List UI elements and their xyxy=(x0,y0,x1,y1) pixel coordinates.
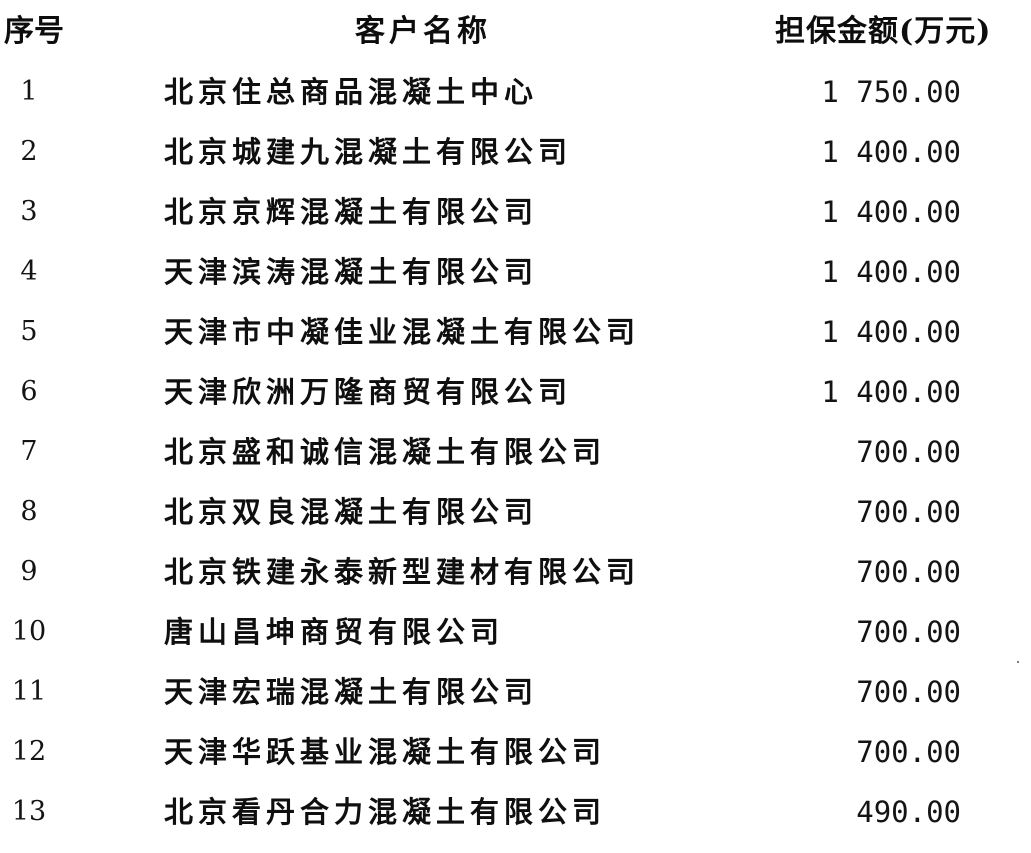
row-customer-name: 天津华跃基业混凝土有限公司 xyxy=(164,735,607,769)
table-row: 5 天津市中凝佳业混凝土有限公司 1 400.00 xyxy=(0,302,1031,362)
row-customer-name: 天津宏瑞混凝土有限公司 xyxy=(164,675,539,709)
row-serial-no: 7 xyxy=(20,436,38,467)
table-header: 序号 客户名称 担保金额(万元) xyxy=(0,2,1031,62)
guarantee-table: 序号 客户名称 担保金额(万元) 1 北京住总商品混凝土中心 1 750.00 … xyxy=(0,0,1031,853)
table-row: 12 天津华跃基业混凝土有限公司 700.00 xyxy=(0,722,1031,782)
row-serial-no: 9 xyxy=(20,556,38,587)
table-row: 7 北京盛和诚信混凝土有限公司 700.00 xyxy=(0,422,1031,482)
row-serial-no: 8 xyxy=(20,496,38,527)
table-row: 6 天津欣洲万隆商贸有限公司 1 400.00 xyxy=(0,362,1031,422)
table-row: 2 北京城建九混凝土有限公司 1 400.00 xyxy=(0,122,1031,182)
row-guarantee-amount: 700.00 xyxy=(856,495,961,529)
row-guarantee-amount: 700.00 xyxy=(856,675,961,709)
row-guarantee-amount: 700.00 xyxy=(856,615,961,649)
row-customer-name: 天津滨涛混凝土有限公司 xyxy=(164,255,539,289)
row-customer-name: 北京京辉混凝土有限公司 xyxy=(164,195,539,229)
table-row: 3 北京京辉混凝土有限公司 1 400.00 xyxy=(0,182,1031,242)
table-row: 8 北京双良混凝土有限公司 700.00 xyxy=(0,482,1031,542)
row-serial-no: 4 xyxy=(20,256,38,287)
row-guarantee-amount: 1 400.00 xyxy=(821,315,961,349)
row-guarantee-amount: 1 400.00 xyxy=(821,255,961,289)
row-customer-name: 天津欣洲万隆商贸有限公司 xyxy=(164,375,573,409)
row-customer-name: 唐山昌坤商贸有限公司 xyxy=(164,615,505,649)
row-serial-no: 1 xyxy=(20,76,38,107)
row-guarantee-amount: 700.00 xyxy=(856,435,961,469)
row-guarantee-amount: 700.00 xyxy=(856,735,961,769)
row-guarantee-amount: 1 400.00 xyxy=(821,375,961,409)
table-row: 9 北京铁建永泰新型建材有限公司 700.00 xyxy=(0,542,1031,602)
row-serial-no: 5 xyxy=(20,316,38,347)
row-serial-no: 3 xyxy=(20,196,38,227)
row-customer-name: 天津市中凝佳业混凝土有限公司 xyxy=(164,315,641,349)
row-guarantee-amount: 1 400.00 xyxy=(821,135,961,169)
row-customer-name: 北京铁建永泰新型建材有限公司 xyxy=(164,555,641,589)
row-guarantee-amount: 1 400.00 xyxy=(821,195,961,229)
header-customer-name: 客户名称 xyxy=(355,14,491,49)
row-serial-no: 6 xyxy=(20,376,38,407)
row-serial-no: 2 xyxy=(20,136,38,167)
row-guarantee-amount: 490.00 xyxy=(856,795,961,829)
row-customer-name: 北京双良混凝土有限公司 xyxy=(164,495,539,529)
row-serial-no: 11 xyxy=(11,676,47,707)
row-serial-no: 13 xyxy=(11,796,47,827)
row-guarantee-amount: 1 750.00 xyxy=(821,75,961,109)
table-row: 11 天津宏瑞混凝土有限公司 700.00 xyxy=(0,662,1031,722)
table-row: 4 天津滨涛混凝土有限公司 1 400.00 xyxy=(0,242,1031,302)
header-guarantee-amount: 担保金额(万元) xyxy=(775,14,992,49)
row-customer-name: 北京城建九混凝土有限公司 xyxy=(164,135,573,169)
row-guarantee-amount: 700.00 xyxy=(856,555,961,589)
table-row: 1 北京住总商品混凝土中心 1 750.00 xyxy=(0,62,1031,122)
row-customer-name: 北京看丹合力混凝土有限公司 xyxy=(164,795,607,829)
table-row: 10 唐山昌坤商贸有限公司 700.00 xyxy=(0,602,1031,662)
header-serial-no: 序号 xyxy=(4,14,64,49)
row-serial-no: 12 xyxy=(11,736,47,767)
row-customer-name: 北京住总商品混凝土中心 xyxy=(164,75,539,109)
table-row: 13 北京看丹合力混凝土有限公司 490.00 xyxy=(0,782,1031,842)
row-serial-no: 10 xyxy=(11,616,47,647)
row-customer-name: 北京盛和诚信混凝土有限公司 xyxy=(164,435,607,469)
scan-speck xyxy=(1017,661,1019,663)
